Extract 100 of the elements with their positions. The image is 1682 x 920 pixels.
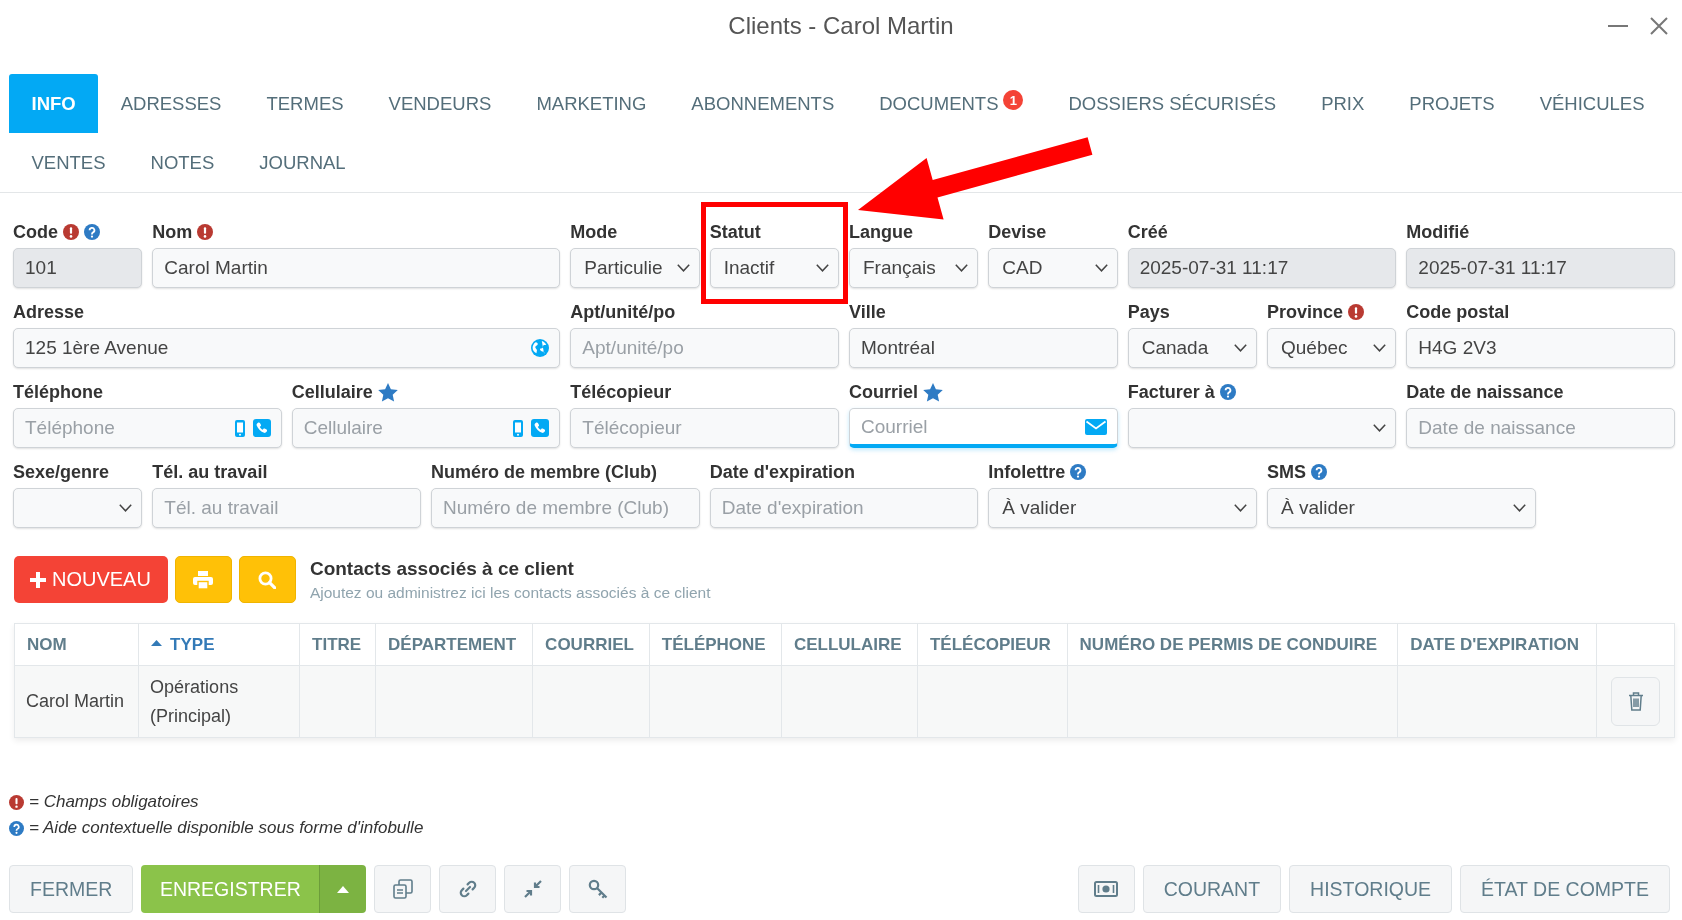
tab[interactable]: ADRESSES: [98, 74, 244, 133]
key-button[interactable]: [569, 865, 627, 913]
column-header[interactable]: DÉPARTEMENT: [375, 623, 533, 666]
column-header[interactable]: TYPE: [138, 623, 300, 666]
tab[interactable]: VÉHICULES: [1517, 74, 1668, 133]
dropdown[interactable]: Canada: [1127, 328, 1257, 368]
dropdown[interactable]: À valider: [1267, 488, 1536, 528]
column-header[interactable]: NUMÉRO DE PERMIS DE CONDUIRE: [1067, 623, 1398, 666]
field-label: Devise: [988, 221, 1047, 243]
action-button[interactable]: FERMER: [9, 865, 134, 913]
copy-icon: [392, 879, 413, 899]
section-subtitle: Ajoutez ou administrez ici les contacts associés à ce client: [309, 583, 711, 602]
chevron-down-icon: [676, 264, 690, 272]
column-header[interactable]: CELLULAIRE: [781, 623, 918, 666]
compress-icon: [523, 880, 542, 898]
text-field[interactable]: Montréal: [849, 328, 1118, 368]
field-label: Nom: [152, 221, 193, 243]
mobile-phone-icon: [234, 419, 245, 437]
table-cell: Opérations (Principal): [138, 665, 300, 738]
field-label: Modifié: [1406, 221, 1470, 243]
dropdown[interactable]: Inactif: [709, 248, 839, 288]
print-button[interactable]: [174, 556, 232, 603]
tab[interactable]: DOSSIERS SÉCURISÉS: [1046, 74, 1299, 133]
notification-badge: 1: [1003, 90, 1024, 110]
caret-up-icon: [151, 640, 163, 646]
column-header[interactable]: TITRE: [299, 623, 376, 666]
action-button[interactable]: ÉTAT DE COMPTE: [1460, 865, 1670, 913]
field-label: Code: [13, 221, 58, 243]
key-icon: [587, 879, 608, 899]
compress-button[interactable]: [504, 865, 562, 913]
column-header[interactable]: NOM: [14, 623, 139, 666]
tab[interactable]: ABONNEMENTS: [668, 74, 857, 133]
field-label: Mode: [570, 221, 618, 243]
legend-text: = Aide contextuelle disponible sous forme d'infobulle: [29, 818, 424, 838]
field-label: Facturer à: [1127, 381, 1215, 403]
field-label: Statut: [709, 221, 761, 243]
field-label: Apt/unité/po: [570, 301, 676, 323]
legend-text: = Champs obligatoires: [29, 792, 199, 812]
dropdown[interactable]: Particulie: [570, 248, 700, 288]
window-title: Clients - Carol Martin: [728, 12, 954, 40]
column-header[interactable]: COURRIEL: [532, 623, 650, 666]
table-cell: Carol Martin: [14, 665, 139, 738]
action-button[interactable]: HISTORIQUE: [1289, 865, 1453, 913]
phone-icon: [252, 419, 271, 437]
field-label: Numéro de membre (Club): [431, 461, 658, 483]
dropdown[interactable]: Québec: [1267, 328, 1397, 368]
field-label: Créé: [1127, 221, 1168, 243]
help-icon: [9, 820, 24, 836]
delete-button[interactable]: [1611, 677, 1660, 726]
plus-icon: [30, 571, 46, 588]
chevron-down-icon: [1373, 344, 1387, 352]
money-icon: [1094, 881, 1119, 897]
column-header[interactable]: TÉLÉCOPIEUR: [917, 623, 1068, 666]
field-label: Téléphone: [13, 381, 103, 403]
field-label: Télécopieur: [570, 381, 672, 403]
field-label: Cellulaire: [291, 381, 373, 403]
text-field[interactable]: H4G 2V3: [1406, 328, 1675, 368]
tab[interactable]: PRIX: [1298, 74, 1387, 133]
mobile-phone-icon: [513, 419, 524, 437]
tab[interactable]: JOURNAL: [236, 133, 369, 192]
tab[interactable]: DOCUMENTS 1: [856, 74, 1046, 133]
caret-up-icon: [337, 885, 350, 893]
tab[interactable]: TERMES: [243, 74, 367, 133]
dropdown[interactable]: CAD: [988, 248, 1118, 288]
link-button[interactable]: [439, 865, 497, 913]
money-button[interactable]: [1077, 865, 1135, 913]
tab[interactable]: NOTES: [128, 133, 237, 192]
trash-icon: [1627, 692, 1644, 711]
text-field[interactable]: Carol Martin: [152, 248, 561, 288]
dropdown-toggle-button[interactable]: [319, 865, 367, 913]
chevron-down-icon: [955, 264, 969, 272]
field-label: Infolettre: [988, 461, 1066, 483]
search-button[interactable]: [238, 556, 296, 603]
field-label: Ville: [849, 301, 886, 323]
chevron-down-icon: [1512, 504, 1526, 512]
action-button[interactable]: COURANT: [1142, 865, 1282, 913]
field-label: Pays: [1127, 301, 1170, 323]
envelope-icon: [1084, 418, 1107, 435]
column-header[interactable]: DATE D'EXPIRATION: [1397, 623, 1597, 666]
field-label: Tél. au travail: [152, 461, 268, 483]
chevron-down-icon: [1094, 264, 1108, 272]
field-label: Date de naissance: [1406, 381, 1564, 403]
tab[interactable]: PROJETS: [1386, 74, 1518, 133]
field-label: Date d'expiration: [709, 461, 855, 483]
address-field[interactable]: 125 1ère Avenue: [13, 328, 561, 368]
printer-icon: [193, 570, 214, 589]
dropdown[interactable]: À valider: [988, 488, 1257, 528]
chevron-down-icon: [1234, 504, 1247, 512]
tab[interactable]: VENDEURS: [366, 74, 514, 133]
tab[interactable]: VENTES: [9, 133, 129, 192]
column-header[interactable]: TÉLÉPHONE: [649, 623, 782, 666]
tab[interactable]: MARKETING: [513, 74, 669, 133]
phone-icon: [531, 419, 550, 437]
close-icon[interactable]: [1650, 17, 1668, 35]
field-label: Courriel: [849, 381, 918, 403]
chevron-down-icon: [119, 504, 133, 512]
new-button[interactable]: NOUVEAU: [14, 556, 168, 603]
copy-button[interactable]: [374, 865, 432, 913]
link-icon: [457, 879, 478, 899]
dropdown[interactable]: Français: [849, 248, 979, 288]
